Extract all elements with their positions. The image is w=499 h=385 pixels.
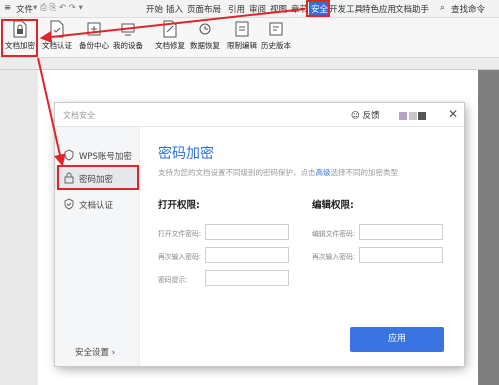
- description: 支持为您的文档设置不同级别的密码保护，点击高级选择不同的加密类型: [158, 167, 398, 178]
- sidebar-item-certify[interactable]: 文档认证: [55, 193, 140, 215]
- doc-certify-label: 文档认证: [42, 41, 72, 50]
- open-password-confirm-label: 再次输入密码:: [158, 253, 202, 261]
- dialog-title: 文档安全: [63, 111, 95, 120]
- restrict-icon: [235, 21, 249, 37]
- history-version-label: 历史版本: [261, 41, 291, 50]
- dialog-content: 密码加密 支持为您的文档设置不同级别的密码保护，点击高级选择不同的加密类型 打开…: [140, 127, 464, 366]
- ribbon-toolbar: 文档加密 文档认证 备份中心 我的设备 文档修复 数据恢复 限制编辑 历史版本: [0, 18, 499, 58]
- doc-check-icon: [50, 20, 64, 38]
- menu-tab-view[interactable]: 视图: [270, 3, 287, 15]
- menu-tab-insert[interactable]: 插入: [166, 3, 183, 15]
- history-version-button[interactable]: 历史版本: [256, 20, 296, 51]
- password-hint-field[interactable]: [205, 270, 289, 286]
- highlight-password-encrypt: [57, 165, 139, 190]
- backup-icon: [87, 22, 101, 36]
- dialog-sidebar: WPS账号加密 密码加密 文档认证 安全设置 ›: [55, 127, 140, 366]
- open-permission-title: 打开权限:: [158, 200, 200, 211]
- data-recovery-label: 数据恢复: [190, 41, 220, 50]
- shield-check-icon: [64, 198, 74, 210]
- device-icon: [121, 23, 135, 36]
- menu-tab-reference[interactable]: 引用: [228, 3, 245, 15]
- repair-icon: [163, 20, 177, 38]
- apply-button[interactable]: 应用: [350, 327, 444, 352]
- edit-password-confirm-label: 再次输入密码:: [312, 253, 356, 261]
- feedback-icon: ☺: [351, 111, 360, 121]
- password-hint-label: 密码提示:: [158, 276, 188, 284]
- avatar[interactable]: [399, 112, 407, 120]
- search-icon[interactable]: ⌕: [440, 3, 445, 13]
- shield-icon: [64, 149, 74, 161]
- doc-security-dialog: 文档安全 ☺ 反馈 ✕ WPS账号加密 密码加密 文档认证 安全设置 › 密码加…: [55, 103, 464, 366]
- history-icon: [269, 22, 283, 36]
- menu-tab-review[interactable]: 审阅: [249, 3, 266, 15]
- sidebar-label: WPS账号加密: [79, 152, 132, 162]
- description-text: 支持为您的文档设置不同级别的密码保护，点击: [158, 168, 316, 177]
- restrict-edit-label: 限制编辑: [227, 41, 257, 50]
- menu-tab-developer[interactable]: 开发工具: [329, 3, 363, 15]
- hamburger-icon[interactable]: ≡: [4, 3, 11, 13]
- ruler: [0, 58, 499, 70]
- feedback-button[interactable]: ☺ 反馈: [351, 109, 380, 121]
- highlight-security-tab: [306, 0, 330, 17]
- advanced-link[interactable]: 高级: [316, 168, 331, 177]
- dialog-title-bar: 文档安全 ☺ 反馈 ✕: [55, 103, 464, 127]
- doc-repair-label: 文档修复: [155, 41, 185, 50]
- user-name-mask: [409, 112, 417, 120]
- open-password-field[interactable]: [205, 224, 289, 240]
- highlight-doc-encrypt: [1, 19, 38, 57]
- open-password-label: 打开文件密码:: [158, 230, 202, 238]
- my-devices-button[interactable]: 我的设备: [108, 20, 148, 51]
- security-settings-link[interactable]: 安全设置 ›: [75, 346, 115, 358]
- doc-repair-button[interactable]: 文档修复: [150, 20, 190, 51]
- edit-password-confirm-field[interactable]: [359, 247, 443, 263]
- menu-bar: ≡ 文件 ▾ ⎙ ⎘ ↶ ↷ ▾ 开始 插入 页面布局 引用 审阅 视图 章节 …: [0, 0, 499, 18]
- sidebar-label: 文档认证: [79, 201, 114, 211]
- left-margin: [0, 70, 38, 385]
- edit-password-field[interactable]: [359, 224, 443, 240]
- edit-permission-title: 编辑权限:: [312, 200, 354, 211]
- menu-tab-features[interactable]: 特色应用: [362, 3, 396, 15]
- description-suffix: 选择不同的加密类型: [330, 168, 399, 177]
- doc-certify-button[interactable]: 文档认证: [37, 20, 77, 51]
- menu-quick-icons[interactable]: ▾ ⎙ ⎘ ↶ ↷ ▾: [33, 3, 83, 13]
- data-recovery-button[interactable]: 数据恢复: [185, 20, 225, 51]
- sidebar-item-wps-account[interactable]: WPS账号加密: [55, 144, 140, 166]
- menu-file[interactable]: 文件: [16, 3, 33, 15]
- feedback-label: 反馈: [362, 111, 380, 121]
- search-command[interactable]: 查找命令: [451, 3, 485, 15]
- menu-tab-layout[interactable]: 页面布局: [187, 3, 221, 15]
- edit-password-label: 编辑文件密码:: [312, 230, 356, 238]
- page-title: 密码加密: [158, 146, 214, 162]
- close-icon[interactable]: ✕: [448, 107, 458, 121]
- my-devices-label: 我的设备: [113, 41, 143, 50]
- open-password-confirm-field[interactable]: [205, 247, 289, 263]
- backup-center-label: 备份中心: [79, 41, 109, 50]
- menu-tab-home[interactable]: 开始: [146, 3, 163, 15]
- recovery-icon: [199, 23, 211, 35]
- menu-tab-assistant[interactable]: 文档助手: [395, 3, 429, 15]
- user-badge: [418, 112, 426, 120]
